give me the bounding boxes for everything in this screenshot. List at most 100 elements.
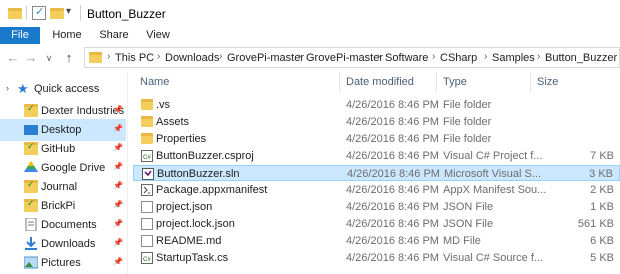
folder-check-icon: ✓: [24, 103, 38, 117]
file-row[interactable]: ButtonBuzzer.sln 4/26/2016 8:46 PM Microso…: [133, 165, 620, 181]
sidebar-item-label: Documents: [41, 219, 97, 231]
column-divider[interactable]: [436, 72, 437, 92]
breadcrumb-this-pc[interactable]: This PC: [115, 52, 154, 64]
file-name: .vs: [156, 99, 171, 111]
nav-quick-access[interactable]: › ★ Quick access: [0, 78, 126, 100]
file-name: ButtonBuzzer.sln: [157, 168, 240, 180]
column-divider[interactable]: [339, 72, 340, 92]
manifest-icon: [141, 184, 153, 196]
file-row[interactable]: Package.appxmanifest 4/26/2016 8:46 PM App…: [133, 182, 620, 198]
breadcrumb-separator-icon: ›: [157, 51, 161, 62]
file-row[interactable]: project.json 4/26/2016 8:46 PM JSON File 1 …: [133, 199, 620, 215]
file-name: StartupTask.cs: [156, 252, 229, 264]
desktop-icon: [24, 125, 38, 135]
breadcrumb-separator-icon: ›: [484, 51, 488, 62]
file-name: project.json: [156, 201, 213, 213]
file-row[interactable]: project.lock.json 4/26/2016 8:46 PM JSON F…: [133, 216, 620, 232]
file-name: project.lock.json: [156, 218, 235, 230]
pin-icon[interactable]: 📌: [113, 181, 123, 190]
file-row[interactable]: README.md 4/26/2016 8:46 PM MD File 6 KB: [133, 233, 620, 249]
back-arrow-icon[interactable]: ←: [6, 50, 20, 66]
sidebar-item-label: Dexter Industries: [41, 105, 125, 117]
forward-arrow-icon[interactable]: →: [24, 50, 38, 66]
folder-icon: [141, 133, 153, 144]
column-header-date[interactable]: Date modified: [346, 76, 414, 88]
pin-icon[interactable]: 📌: [113, 105, 123, 114]
file-size: 6 KB: [590, 235, 614, 247]
sidebar-item-label: Journal: [41, 181, 78, 193]
pin-icon[interactable]: 📌: [113, 124, 123, 133]
file-date: 4/26/2016 8:46 PM: [346, 218, 439, 230]
downloads-icon: [24, 237, 38, 250]
file-row[interactable]: C# StartupTask.cs 4/26/2016 8:46 PM Visual …: [133, 250, 620, 266]
folder-icon: [141, 99, 153, 110]
breadcrumb-grovepi-master-2[interactable]: GrovePi-master: [306, 52, 383, 64]
pin-icon[interactable]: 📌: [113, 143, 123, 152]
breadcrumb-separator-icon: ›: [537, 51, 541, 62]
breadcrumb-samples[interactable]: Samples: [492, 52, 535, 64]
file-name: Assets: [156, 116, 190, 128]
star-icon: ★: [17, 81, 29, 96]
column-header-size[interactable]: Size: [537, 76, 558, 88]
breadcrumb-grovepi-master-1[interactable]: GrovePi-master: [227, 52, 304, 64]
up-arrow-icon[interactable]: ↑: [62, 50, 76, 66]
file-date: 4/26/2016 8:46 PM: [346, 252, 439, 264]
breadcrumb-separator-icon: ›: [107, 51, 111, 62]
file-date: 4/26/2016 8:46 PM: [346, 184, 439, 196]
column-header-type[interactable]: Type: [443, 76, 467, 88]
breadcrumb-csharp[interactable]: CSharp: [440, 52, 477, 64]
pin-icon[interactable]: 📌: [113, 162, 123, 171]
file-date: 4/26/2016 8:46 PM: [346, 99, 439, 111]
tab-view[interactable]: View: [140, 27, 176, 44]
sidebar-item-label: Desktop: [41, 124, 82, 136]
pin-icon[interactable]: 📌: [113, 238, 123, 247]
pin-icon[interactable]: 📌: [113, 257, 123, 266]
file-size: 1 KB: [590, 201, 614, 213]
file-date: 4/26/2016 8:46 PM: [346, 150, 439, 162]
file-type: File folder: [443, 133, 492, 145]
file-date: 4/26/2016 8:46 PM: [347, 168, 440, 180]
folder-check-icon: ✓: [24, 141, 38, 155]
recent-locations-chevron-icon[interactable]: ∨: [42, 50, 56, 66]
file-type: File folder: [443, 99, 492, 111]
sidebar-item-pictures[interactable]: Pictures 📌: [0, 252, 126, 274]
expand-chevron-icon[interactable]: ›: [6, 83, 9, 93]
sidebar-item-label: BrickPi: [41, 200, 76, 212]
breadcrumb-downloads[interactable]: Downloads: [165, 52, 219, 64]
ribbon-tabs: File Home Share View: [0, 27, 620, 45]
folder-icon: [141, 116, 153, 127]
file-icon: [141, 201, 153, 213]
file-date: 4/26/2016 8:46 PM: [346, 133, 439, 145]
tab-share[interactable]: Share: [96, 27, 132, 44]
file-row[interactable]: C# ButtonBuzzer.csproj 4/26/2016 8:46 PM Vi…: [133, 148, 620, 164]
file-date: 4/26/2016 8:46 PM: [346, 116, 439, 128]
properties-qa-icon[interactable]: ✓: [32, 6, 46, 20]
sidebar-item-label: Pictures: [41, 257, 81, 269]
google-drive-icon: [24, 161, 38, 174]
pin-icon[interactable]: 📌: [113, 219, 123, 228]
column-header-name[interactable]: Name: [140, 76, 169, 88]
file-date: 4/26/2016 8:46 PM: [346, 235, 439, 247]
address-bar[interactable]: › This PC › Downloads › GrovePi-master ›…: [84, 47, 620, 68]
file-type: File folder: [443, 116, 492, 128]
pictures-icon: [23, 256, 39, 269]
tab-file[interactable]: File: [0, 27, 40, 44]
file-row[interactable]: .vs 4/26/2016 8:46 PM File folder: [133, 97, 620, 113]
pin-icon[interactable]: 📌: [113, 200, 123, 209]
breadcrumb-separator-icon: ›: [298, 51, 302, 62]
tab-home[interactable]: Home: [48, 27, 86, 44]
file-icon: [141, 218, 153, 230]
file-size: 561 KB: [577, 218, 614, 230]
breadcrumb-software[interactable]: Software: [385, 52, 428, 64]
new-folder-qa-icon[interactable]: [50, 8, 64, 19]
file-type: Visual C# Source f...: [443, 252, 544, 264]
csproj-icon: C#: [141, 150, 153, 162]
file-name: ButtonBuzzer.csproj: [156, 150, 254, 162]
column-divider[interactable]: [530, 72, 531, 92]
svg-text:C#: C#: [143, 155, 151, 161]
customize-qa-dropdown-icon[interactable]: ▾: [66, 6, 71, 17]
file-row[interactable]: Assets 4/26/2016 8:46 PM File folder: [133, 114, 620, 130]
breadcrumb-button-buzzer[interactable]: Button_Buzzer: [545, 52, 617, 64]
file-row[interactable]: Properties 4/26/2016 8:46 PM File folder: [133, 131, 620, 147]
file-type: Visual C# Project f...: [443, 150, 543, 162]
